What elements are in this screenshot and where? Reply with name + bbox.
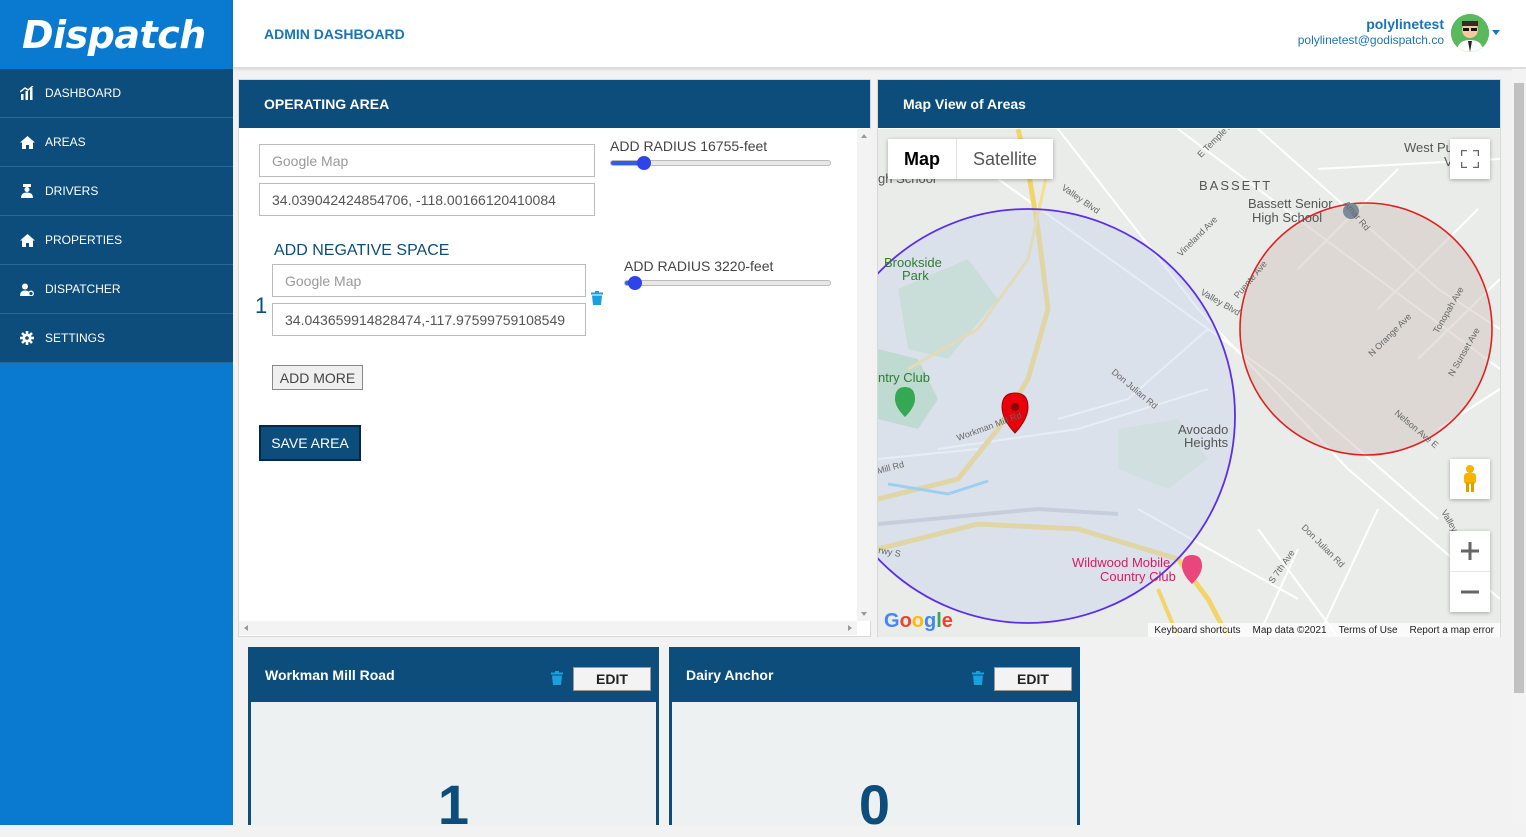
sidebar-item-label: DRIVERS: [45, 184, 99, 198]
trash-icon[interactable]: [591, 291, 603, 305]
coords-field[interactable]: 34.039042424854706, -118.00166120410084: [259, 183, 595, 216]
radius-slider[interactable]: [610, 156, 831, 170]
area-card-name: Dairy Anchor: [686, 666, 774, 683]
svg-text:ntry Club: ntry Club: [878, 370, 930, 385]
area-card: Dairy Anchor EDIT 0: [669, 647, 1080, 836]
operating-area-form: Google Map 34.039042424854706, -118.0016…: [239, 129, 859, 621]
map-view-title: Map View of Areas: [878, 80, 1500, 128]
negative-search-input[interactable]: Google Map: [272, 264, 586, 297]
home-icon: [19, 232, 35, 248]
negative-radius-slider[interactable]: [624, 276, 831, 290]
svg-text:Bassett Senior: Bassett Senior: [1248, 196, 1333, 211]
sidebar-item-areas[interactable]: AREAS: [0, 118, 233, 167]
sidebar-item-label: AREAS: [45, 135, 86, 149]
svg-text:Wildwood Mobile: Wildwood Mobile: [1072, 555, 1170, 570]
user-name: polylinetest: [1366, 16, 1444, 32]
area-card-name: Workman Mill Road: [265, 666, 395, 683]
avatar[interactable]: [1451, 14, 1489, 52]
map-footer: Keyboard shortcuts Map data ©2021 Terms …: [1148, 623, 1500, 637]
page-title: ADMIN DASHBOARD: [264, 26, 405, 42]
trash-icon[interactable]: [551, 671, 563, 688]
street-view-button[interactable]: [1450, 459, 1490, 499]
sidebar-item-settings[interactable]: SETTINGS: [0, 314, 233, 363]
svg-text:BASSETT: BASSETT: [1199, 178, 1272, 193]
sidebar-item-dispatcher[interactable]: DISPATCHER: [0, 265, 233, 314]
add-more-button[interactable]: ADD MORE: [272, 365, 363, 390]
dashboard-icon: [19, 85, 35, 101]
vertical-scrollbar[interactable]: [857, 129, 871, 621]
google-logo[interactable]: Google: [884, 610, 953, 633]
negative-radius-slider-thumb[interactable]: [628, 276, 642, 290]
svg-text:Park: Park: [902, 268, 929, 283]
sidebar-item-label: PROPERTIES: [45, 233, 123, 247]
sidebar-nav: DASHBOARD AREAS DRIVERS PROPERTIES DISPA…: [0, 69, 233, 363]
map-view-panel: Map View of Areas West Puente BASSETT Ba…: [877, 79, 1501, 637]
operating-area-panel: OPERATING AREA Google Map 34.03904242485…: [238, 79, 871, 637]
negative-radius-label: ADD RADIUS 3220-feet: [624, 258, 774, 274]
svg-text:Heights: Heights: [1184, 435, 1229, 450]
minus-icon: [1461, 590, 1479, 593]
sidebar-item-dashboard[interactable]: DASHBOARD: [0, 69, 233, 118]
save-area-button[interactable]: SAVE AREA: [259, 425, 361, 461]
area-card-body: 1: [251, 702, 656, 836]
negative-coords-field[interactable]: 34.043659914828474,-117.97599759108549: [272, 303, 586, 336]
zoom-controls: [1450, 531, 1490, 612]
trash-icon[interactable]: [972, 671, 984, 688]
svg-text:High School: High School: [1252, 210, 1322, 225]
gear-icon: [19, 330, 35, 346]
area-card-count: 0: [858, 773, 891, 836]
area-card-body: 0: [672, 702, 1077, 836]
edit-button[interactable]: EDIT: [994, 667, 1072, 691]
map-canvas[interactable]: West Puente Valley BASSETT Bassett Senio…: [878, 129, 1500, 637]
home-icon: [19, 134, 35, 150]
radius-slider-thumb[interactable]: [637, 156, 651, 170]
edit-button[interactable]: EDIT: [573, 667, 651, 691]
user-info[interactable]: polylinetest polylinetest@godispatch.co: [1298, 16, 1444, 47]
sidebar-item-properties[interactable]: PROPERTIES: [0, 216, 233, 265]
fullscreen-button[interactable]: [1450, 139, 1490, 179]
negative-space-title: ADD NEGATIVE SPACE: [274, 242, 450, 259]
area-card-count: 1: [437, 773, 470, 836]
sidebar-item-drivers[interactable]: DRIVERS: [0, 167, 233, 216]
map-type-satellite-button[interactable]: Satellite: [957, 139, 1053, 179]
operating-area-title: OPERATING AREA: [239, 80, 870, 128]
map-type-toggle: Map Satellite: [888, 139, 1054, 179]
pegman-icon: [1464, 465, 1476, 492]
map-graphic: West Puente Valley BASSETT Bassett Senio…: [878, 129, 1500, 637]
sidebar: Dispatch DASHBOARD AREAS DRIVERS PROPERT…: [0, 0, 233, 825]
radius-label: ADD RADIUS 16755-feet: [610, 138, 768, 154]
zoom-out-button[interactable]: [1450, 572, 1490, 612]
horizontal-scrollbar[interactable]: [239, 621, 857, 635]
app-logo[interactable]: Dispatch: [0, 0, 233, 69]
page-scrollbar[interactable]: [1512, 69, 1526, 825]
zoom-in-button[interactable]: [1450, 532, 1490, 572]
driver-icon: [19, 183, 35, 199]
search-input[interactable]: Google Map: [259, 144, 595, 177]
sidebar-item-label: DASHBOARD: [45, 86, 122, 100]
report-error-link[interactable]: Report a map error: [1410, 625, 1494, 636]
area-card: Workman Mill Road EDIT 1: [248, 647, 659, 836]
user-gear-icon: [19, 281, 35, 297]
top-bar: ADMIN DASHBOARD polylinetest polylinetes…: [233, 0, 1526, 68]
fullscreen-icon: [1461, 150, 1479, 168]
user-email: polylinetest@godispatch.co: [1297, 33, 1444, 47]
svg-text:Country Club: Country Club: [1100, 569, 1176, 584]
page-scrollbar-thumb[interactable]: [1514, 83, 1524, 693]
chevron-down-icon[interactable]: [1492, 30, 1500, 35]
plus-icon: [1461, 542, 1479, 560]
keyboard-shortcuts-link[interactable]: Keyboard shortcuts: [1154, 625, 1240, 636]
terms-link[interactable]: Terms of Use: [1339, 625, 1398, 636]
map-type-map-button[interactable]: Map: [888, 139, 957, 179]
sidebar-item-label: SETTINGS: [45, 331, 106, 345]
negative-space-index: 1: [255, 293, 268, 318]
sidebar-item-label: DISPATCHER: [45, 282, 121, 296]
map-data-text: Map data ©2021: [1252, 624, 1327, 636]
